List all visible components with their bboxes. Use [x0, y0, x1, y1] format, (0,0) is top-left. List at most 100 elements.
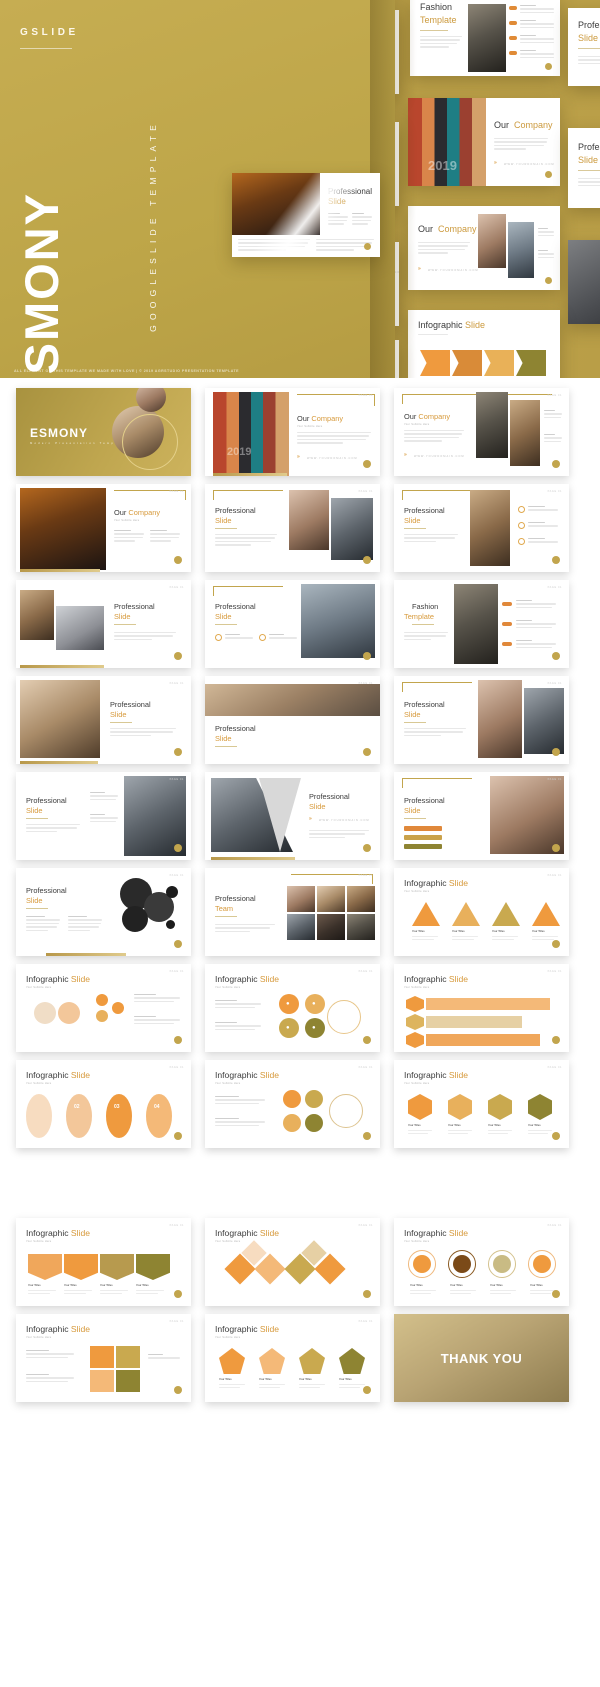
slide-our-company-shoes[interactable]: PAGE 01 Our Company Your Subtitle Here	[16, 484, 191, 572]
slide-infographic-diamonds[interactable]: Infographic Slide Your Subtitle Here PAG…	[205, 1218, 380, 1306]
slide-rule	[114, 624, 136, 625]
slide-number: PAGE 01	[547, 970, 562, 973]
coin-3: ●	[305, 994, 325, 1014]
slide-professional-bubbles[interactable]: Professional Slide PAGE 01	[16, 868, 191, 956]
slide-professional-building[interactable]: PAGE 01 Professional Slide	[205, 580, 380, 668]
mockup-title-line1: Professional	[578, 142, 600, 152]
hero-mockup-shoes-right	[568, 240, 600, 324]
heart-icon: ●	[312, 1001, 316, 1007]
slide-cover-esmony[interactable]: ESMONY Modern Presentation Template	[16, 388, 191, 476]
slide-infographic-hexmix[interactable]: Infographic Slide Your Subtitle Here PAG…	[205, 1060, 380, 1148]
slide-infographic-circles[interactable]: Infographic Slide Your Subtitle Here PAG…	[16, 964, 191, 1052]
coin-2: ●	[279, 1018, 299, 1038]
slide-our-company-portraits[interactable]: PAGE 01 Our Company Your Subtitle Here »…	[394, 388, 569, 476]
slide-number: PAGE 01	[547, 490, 562, 493]
pentagon-1	[219, 1348, 245, 1374]
slide-rule	[404, 722, 426, 723]
mockup-url: WWW.YOURDOMAIN.COM	[428, 269, 479, 272]
slide-professional-blond[interactable]: Professional Slide PAGE 01	[16, 676, 191, 764]
slide-professional-icon-list[interactable]: PAGE 01 Professional Slide	[394, 484, 569, 572]
slide-corner-dot	[174, 844, 182, 852]
slide-heading-line1: Professional	[26, 796, 67, 805]
step-ellipse-4	[146, 1094, 172, 1138]
triangle-label-4: Your Titles	[532, 930, 545, 933]
mockup-photo-1	[478, 214, 506, 268]
slide-photo-1	[289, 490, 329, 550]
mockup-body-lines	[494, 138, 548, 152]
slide-thank-you[interactable]: THANK YOU	[394, 1314, 569, 1402]
slide-heading-line1: Professional	[215, 602, 256, 611]
slide-infographic-hexrow[interactable]: Infographic Slide Your Subtitle Here You…	[394, 1060, 569, 1148]
slide-heading: Infographic Slide	[26, 974, 91, 984]
slide-fashion-template[interactable]: Fashion Template PAGE 01	[394, 580, 569, 668]
legend-lines-2	[26, 1374, 74, 1384]
slide-number: PAGE 01	[169, 586, 184, 589]
slide-professional-models[interactable]: PAGE 01 Professional Slide	[205, 484, 380, 572]
slide-number: PAGE 01	[547, 1066, 562, 1069]
slide-heading-line1: Professional	[404, 700, 445, 709]
slide-professional-hat[interactable]: Professional Slide PAGE 01	[394, 676, 569, 764]
infographic-chevron-1	[420, 350, 450, 376]
slide-professional-seated[interactable]: Professional Slide PAGE 01	[394, 772, 569, 860]
cover-title: ESMONY	[30, 426, 89, 440]
slide-subheading: Your Subtitle Here	[26, 1240, 52, 1243]
slide-heading: Infographic Slide	[215, 1228, 280, 1238]
slide-heading: Infographic Slide	[26, 1070, 91, 1080]
slide-professional-band[interactable]: Professional Slide PAGE 01	[205, 676, 380, 764]
slide-professional-triangles[interactable]: Professional Slide » WWW.YOURDOMAIN.COM	[205, 772, 380, 860]
hex-label-1: Your Titles	[408, 1124, 421, 1127]
slide-number: PAGE 01	[358, 1224, 373, 1227]
hex-label-2: Your Titles	[448, 1124, 461, 1127]
slide-accent-bar	[46, 953, 126, 956]
slide-infographic-squares[interactable]: Infographic Slide Your Subtitle Here PAG…	[16, 1314, 191, 1402]
thank-you-title: THANK YOU	[440, 1351, 523, 1366]
slide-professional-portrait[interactable]: Professional Slide PAGE 01	[16, 772, 191, 860]
slide-infographic-rings[interactable]: Infographic Slide Your Subtitle Here You…	[394, 1218, 569, 1306]
step-ellipse-2	[66, 1094, 92, 1138]
slide-professional-team[interactable]: Professional Team PAGE 01	[205, 868, 380, 956]
slide-infographic-steps[interactable]: Infographic Slide Your Subtitle Here 02 …	[16, 1060, 191, 1148]
circle-node-5	[112, 1002, 124, 1014]
slide-infographic-triangles[interactable]: Infographic Slide Your Subtitle Here You…	[394, 868, 569, 956]
slide-body-lines	[26, 916, 60, 933]
slide-photo-band	[205, 684, 380, 716]
mockup-title-line2: Template	[420, 15, 457, 25]
team-photo-1	[287, 886, 315, 912]
legend-lines-1	[215, 1000, 261, 1010]
slide-subheading: Your Subtitle Here	[404, 1240, 430, 1243]
bar-hex-2	[406, 1014, 424, 1030]
ring-desc-1	[410, 1290, 436, 1296]
slide-heading-line2: Team	[215, 904, 234, 913]
slide-url: WWW.YOURDOMAIN.COM	[414, 455, 465, 458]
slide-heading: Our Company	[297, 414, 344, 423]
list-item-lines-1	[528, 506, 558, 513]
slide-infographic-pentagons[interactable]: Infographic Slide Your Subtitle Here You…	[205, 1314, 380, 1402]
mockup-feature-lines	[538, 228, 554, 238]
slide-subheading: Your Subtitle Here	[26, 1082, 52, 1085]
feature-lines-1	[516, 600, 556, 610]
list-icon-3	[518, 538, 525, 545]
slide-our-company-stripe[interactable]: 2019 PAGE 01 Our Company Your Subtitle H…	[205, 388, 380, 476]
circle-node-3	[96, 994, 108, 1006]
slide-infographic-pinrow[interactable]: Infographic Slide Your Subtitle Here You…	[16, 1218, 191, 1306]
slide-feature-lines-2	[90, 814, 118, 824]
slide-professional-cafe[interactable]: Professional Slide PAGE 01	[16, 580, 191, 668]
slide-heading: Our Company	[114, 508, 161, 517]
triangle-label-2: Your Titles	[452, 930, 465, 933]
slide-heading-line2: Slide	[26, 806, 43, 815]
legend-lines-3	[148, 1354, 180, 1361]
mockup-feature-lines-3	[520, 35, 554, 45]
slide-infographic-bars[interactable]: Infographic Slide Your Subtitle Here PAG…	[394, 964, 569, 1052]
slide-infographic-coins[interactable]: Infographic Slide Your Subtitle Here ● ●…	[205, 964, 380, 1052]
hex-desc-3	[488, 1130, 512, 1136]
team-photo-5	[317, 914, 345, 940]
slide-subheading: Your Subtitle Here	[404, 986, 430, 989]
slide-accent-bar	[20, 569, 100, 572]
slide-heading-line2: Slide	[404, 710, 421, 719]
infographic-chevron-4	[516, 350, 546, 376]
slide-corner-dot	[552, 556, 560, 564]
slide-body-lines	[215, 534, 277, 548]
slide-heading-line2: Slide	[215, 612, 232, 621]
ring-label-3: Your Titles	[490, 1284, 503, 1287]
pentagon-2	[259, 1348, 285, 1374]
